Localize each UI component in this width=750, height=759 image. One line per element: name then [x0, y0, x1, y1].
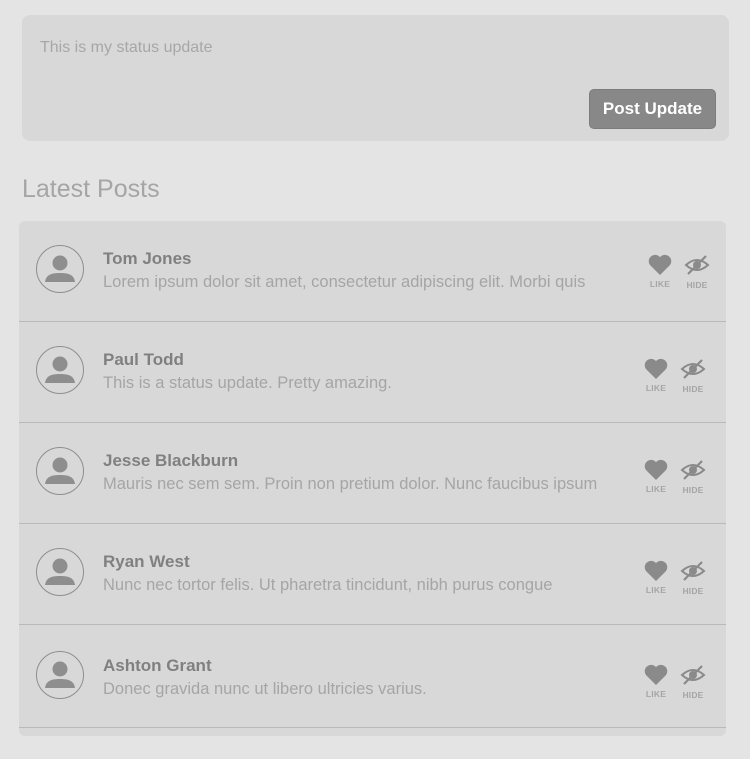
avatar-icon [36, 651, 84, 699]
avatar-icon [36, 346, 84, 394]
post-list: Tom Jones Lorem ipsum dolor sit amet, co… [19, 221, 726, 736]
post-text: Mauris nec sem sem. Proin non pretium do… [103, 475, 598, 493]
post-author-name: Jesse Blackburn [103, 451, 239, 470]
eye-slash-icon [680, 561, 706, 581]
post-text: Lorem ipsum dolor sit amet, consectetur … [103, 273, 586, 291]
hide-button[interactable]: HIDE [677, 459, 709, 495]
avatar-icon [36, 447, 84, 495]
heart-icon [644, 358, 668, 379]
eye-slash-icon [680, 359, 706, 379]
eye-slash-icon [680, 665, 706, 685]
like-button[interactable]: LIKE [640, 358, 672, 393]
eye-slash-icon [680, 460, 706, 480]
like-button[interactable]: LIKE [640, 459, 672, 494]
post-update-button[interactable]: Post Update [589, 89, 716, 129]
like-label: LIKE [645, 383, 667, 393]
like-button[interactable]: LIKE [640, 560, 672, 595]
post-author-name: Ryan West [103, 552, 190, 571]
avatar-icon [36, 245, 84, 293]
like-button[interactable]: LIKE [640, 664, 672, 699]
post-author-name: Tom Jones [103, 249, 192, 268]
heart-icon [644, 459, 668, 480]
post-author-name: Ashton Grant [103, 656, 212, 675]
hide-button[interactable]: HIDE [681, 254, 713, 290]
post-text: Nunc nec tortor felis. Ut pharetra tinci… [103, 576, 553, 594]
like-label: LIKE [645, 484, 667, 494]
post-text: This is a status update. Pretty amazing. [103, 374, 392, 392]
hide-button[interactable]: HIDE [677, 358, 709, 394]
heart-icon [648, 254, 672, 275]
post-author-name: Paul Todd [103, 350, 184, 369]
eye-slash-icon [684, 255, 710, 275]
hide-button[interactable]: HIDE [677, 560, 709, 596]
hide-button[interactable]: HIDE [677, 664, 709, 700]
hide-label: HIDE [686, 280, 708, 290]
post-item: Jesse Blackburn Mauris nec sem sem. Proi… [19, 423, 726, 524]
status-input[interactable] [22, 15, 729, 85]
hide-label: HIDE [682, 586, 704, 596]
hide-label: HIDE [682, 485, 704, 495]
like-label: LIKE [645, 585, 667, 595]
heart-icon [644, 560, 668, 581]
status-composer: Post Update [22, 15, 729, 141]
post-item: Ashton Grant Donec gravida nunc ut liber… [19, 625, 726, 728]
like-label: LIKE [645, 689, 667, 699]
post-item: Ryan West Nunc nec tortor felis. Ut phar… [19, 524, 726, 625]
like-label: LIKE [649, 279, 671, 289]
avatar-icon [36, 548, 84, 596]
post-item: Paul Todd This is a status update. Prett… [19, 322, 726, 423]
post-text: Donec gravida nunc ut libero ultricies v… [103, 680, 427, 698]
hide-label: HIDE [682, 690, 704, 700]
post-item: Tom Jones Lorem ipsum dolor sit amet, co… [19, 221, 726, 322]
heart-icon [644, 664, 668, 685]
latest-posts-heading: Latest Posts [22, 175, 160, 203]
hide-label: HIDE [682, 384, 704, 394]
like-button[interactable]: LIKE [644, 254, 676, 289]
